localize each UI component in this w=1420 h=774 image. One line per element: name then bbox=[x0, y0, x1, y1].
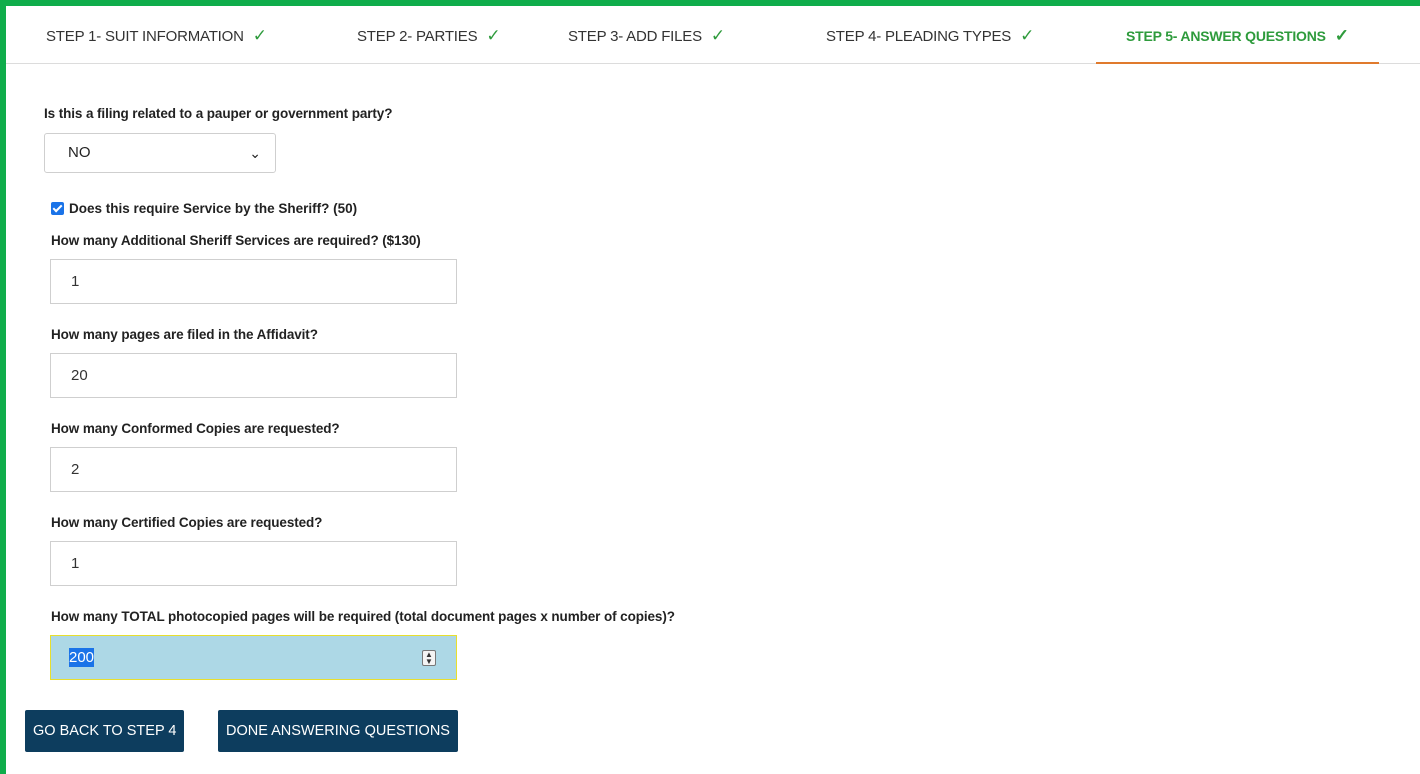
additional-services-label: How many Additional Sheriff Services are… bbox=[51, 233, 421, 248]
total-pages-label: How many TOTAL photocopied pages will be… bbox=[51, 609, 675, 624]
tab-label: STEP 4- PLEADING TYPES bbox=[826, 28, 1012, 45]
spinner-icon[interactable]: ▲ ▼ bbox=[422, 650, 436, 666]
tab-label: STEP 3- ADD FILES bbox=[568, 28, 702, 45]
check-icon: ✓ bbox=[486, 26, 501, 45]
go-back-button[interactable]: GO BACK TO STEP 4 bbox=[25, 710, 185, 752]
sheriff-service-checkbox[interactable] bbox=[51, 202, 64, 215]
certified-copies-input[interactable]: 1 bbox=[50, 541, 457, 586]
certified-copies-label: How many Certified Copies are requested? bbox=[51, 515, 323, 530]
conformed-copies-label: How many Conformed Copies are requested? bbox=[51, 421, 340, 436]
tab-label: STEP 5- ANSWER QUESTIONS bbox=[1126, 28, 1326, 44]
tab-step-5[interactable]: STEP 5- ANSWER QUESTIONS ✓ bbox=[1096, 6, 1379, 64]
check-icon: ✓ bbox=[710, 26, 725, 45]
chevron-down-icon: ⌄ bbox=[249, 145, 261, 161]
sheriff-service-row: Does this require Service by the Sheriff… bbox=[51, 201, 357, 216]
affidavit-pages-label: How many pages are filed in the Affidavi… bbox=[51, 327, 318, 342]
pauper-question-label: Is this a filing related to a pauper or … bbox=[44, 106, 393, 121]
check-icon: ✓ bbox=[1020, 26, 1035, 45]
tab-label: STEP 1- SUIT INFORMATION bbox=[46, 28, 244, 45]
tab-step-1[interactable]: STEP 1- SUIT INFORMATION ✓ bbox=[46, 6, 267, 63]
conformed-copies-input[interactable]: 2 bbox=[50, 447, 457, 492]
affidavit-pages-input[interactable]: 20 bbox=[50, 353, 457, 398]
check-icon: ✓ bbox=[252, 26, 267, 45]
total-pages-value: 200 bbox=[69, 648, 95, 667]
sheriff-service-label: Does this require Service by the Sheriff… bbox=[69, 201, 358, 216]
check-icon: ✓ bbox=[1334, 26, 1349, 45]
step-tabs: STEP 1- SUIT INFORMATION ✓ STEP 2- PARTIE… bbox=[6, 6, 1420, 64]
pauper-select[interactable]: NO ⌄ bbox=[44, 133, 276, 173]
tab-step-3[interactable]: STEP 3- ADD FILES ✓ bbox=[568, 6, 725, 63]
total-pages-input[interactable]: 200 ▲ ▼ bbox=[50, 635, 457, 680]
tab-label: STEP 2- PARTIES bbox=[357, 28, 478, 45]
pauper-select-value: NO bbox=[68, 144, 91, 161]
tab-step-2[interactable]: STEP 2- PARTIES ✓ bbox=[357, 6, 501, 63]
additional-services-input[interactable]: 1 bbox=[50, 259, 457, 304]
tab-step-4[interactable]: STEP 4- PLEADING TYPES ✓ bbox=[826, 6, 1034, 63]
done-answering-button[interactable]: DONE ANSWERING QUESTIONS bbox=[218, 710, 458, 752]
